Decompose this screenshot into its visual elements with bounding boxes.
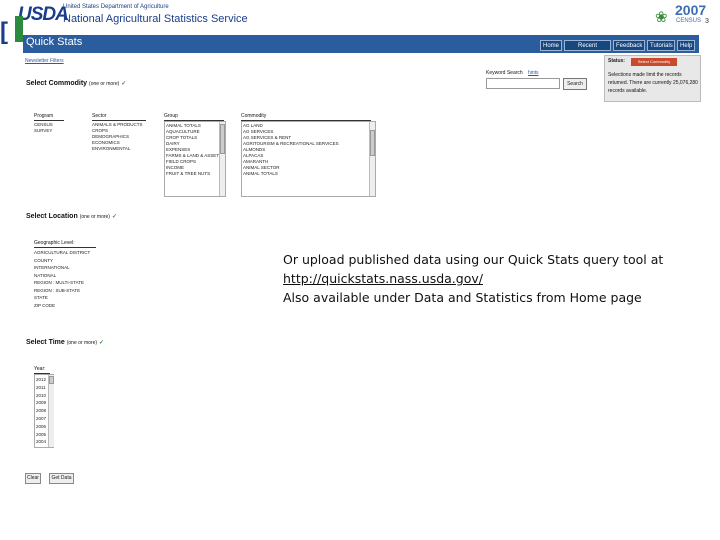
- list-item[interactable]: ENVIRONMENTAL: [92, 146, 148, 152]
- quickstats-link[interactable]: http://quickstats.nass.usda.gov/: [283, 269, 663, 288]
- nav-feedback[interactable]: Feedback: [613, 40, 645, 51]
- help-icon[interactable]: ✓: [112, 214, 117, 220]
- commodity-list[interactable]: AG LAND AG SERVICES AG SERVICES & RENT A…: [243, 123, 369, 177]
- year-listbox[interactable]: 2012 2011 2010 2009 2008 2007 2006 2005 …: [34, 374, 54, 448]
- select-time-hint: (one or more): [66, 340, 98, 346]
- nav-tutorials[interactable]: Tutorials: [647, 40, 675, 51]
- list-item[interactable]: 2012: [36, 376, 48, 384]
- list-item[interactable]: REGION : MULTI-STATE: [34, 279, 100, 287]
- department-name: United States Department of Agriculture: [63, 4, 169, 10]
- list-item[interactable]: ANIMAL TOTALS: [243, 171, 369, 177]
- list-item[interactable]: 2006: [36, 423, 48, 431]
- census-word: CENSUS: [676, 18, 702, 24]
- group-list[interactable]: ANIMAL TOTALS AQUACULTURE CROP TOTALS DA…: [166, 123, 220, 177]
- list-item[interactable]: 2004: [36, 438, 48, 446]
- agency-name: National Agricultural Statistics Service: [63, 13, 248, 25]
- commodity-scrollbar[interactable]: [369, 122, 375, 196]
- year-header: Year:: [34, 366, 50, 374]
- list-item[interactable]: 2005: [36, 431, 48, 439]
- overlay-line-1: Or upload published data using our Quick…: [283, 252, 664, 267]
- list-item[interactable]: REGION : SUB-STATE: [34, 287, 100, 295]
- census-year: 2007: [675, 2, 707, 18]
- list-item[interactable]: INTERNATIONAL: [34, 264, 100, 272]
- status-badge: Select Commodity: [631, 58, 677, 66]
- scroll-thumb[interactable]: [220, 124, 225, 154]
- site-header: USDA United States Department of Agricul…: [15, 0, 707, 35]
- list-item[interactable]: STATE: [34, 294, 100, 302]
- year-list[interactable]: 2012 2011 2010 2009 2008 2007 2006 2005 …: [36, 376, 48, 446]
- select-time-title: Select Time (one or more) ✓: [26, 339, 104, 346]
- clear-button[interactable]: Clear: [25, 473, 41, 484]
- list-item[interactable]: SURVEY: [34, 128, 64, 134]
- commodity-listbox[interactable]: AG LAND AG SERVICES AG SERVICES & RENT A…: [241, 121, 376, 197]
- list-item[interactable]: 2007: [36, 415, 48, 423]
- list-item[interactable]: 2009: [36, 399, 48, 407]
- select-location-hint: (one or more): [79, 214, 110, 220]
- left-edge-bracket: [: [0, 18, 8, 45]
- sector-header: Sector: [92, 113, 146, 121]
- list-item[interactable]: ZIP CODE: [34, 302, 100, 310]
- status-panel: Status: Select Commodity Selections made…: [604, 55, 701, 102]
- geographic-level-list[interactable]: AGRICULTURAL DISTRICT COUNTY INTERNATION…: [34, 249, 100, 309]
- group-listbox[interactable]: ANIMAL TOTALS AQUACULTURE CROP TOTALS DA…: [164, 121, 226, 197]
- search-button[interactable]: Search: [563, 78, 587, 90]
- nav-help[interactable]: Help: [677, 40, 695, 51]
- help-icon[interactable]: ✓: [121, 81, 126, 87]
- select-location-title: Select Location (one or more) ✓: [26, 213, 117, 220]
- sector-list[interactable]: ANIMALS & PRODUCTS CROPS DEMOGRAPHICS EC…: [92, 122, 148, 152]
- geographic-level-header: Geographic Level:: [34, 240, 96, 248]
- select-location-label: Select Location: [26, 213, 78, 220]
- nav-bar: Quick Stats Home Recent Statistics Feedb…: [23, 35, 699, 60]
- keyword-search-label: Keyword Search: [486, 70, 523, 76]
- list-item[interactable]: AGRICULTURAL DISTRICT: [34, 249, 100, 257]
- overlay-caption: Or upload published data using our Quick…: [283, 250, 663, 307]
- scroll-thumb[interactable]: [370, 130, 375, 156]
- newsletter-link[interactable]: Newsletter Filters: [25, 58, 64, 64]
- list-item[interactable]: 2011: [36, 384, 48, 392]
- nav-home[interactable]: Home: [540, 40, 562, 51]
- status-text: Selections made limit the records return…: [608, 72, 698, 94]
- group-scrollbar[interactable]: [219, 122, 225, 196]
- get-data-button[interactable]: Get Data: [49, 473, 74, 484]
- list-item[interactable]: 2008: [36, 407, 48, 415]
- leaf-icon: ❀: [655, 9, 668, 26]
- list-item[interactable]: COUNTY: [34, 257, 100, 265]
- list-item[interactable]: FRUIT & TREE NUTS: [166, 171, 220, 177]
- header-accent-bar: [15, 16, 23, 42]
- keyword-search-input[interactable]: [486, 78, 560, 89]
- overlay-line-3: Also available under Data and Statistics…: [283, 290, 642, 305]
- usda-logo[interactable]: USDA: [18, 4, 69, 30]
- select-commodity-hint: (one or more): [89, 81, 120, 87]
- year-scrollbar[interactable]: [48, 375, 54, 447]
- list-item[interactable]: 2010: [36, 392, 48, 400]
- program-header: Program: [34, 113, 64, 121]
- nav-recent-statistics[interactable]: Recent Statistics: [564, 40, 611, 60]
- right-edge-mark: 3: [705, 18, 709, 25]
- select-time-label: Select Time: [26, 339, 65, 346]
- commodity-header: Commodity: [241, 113, 371, 121]
- group-header: Group: [164, 113, 224, 121]
- program-list[interactable]: CENSUS SURVEY: [34, 122, 64, 134]
- help-icon[interactable]: ✓: [99, 340, 104, 346]
- list-item[interactable]: NATIONAL: [34, 272, 100, 280]
- select-commodity-title: Select Commodity (one or more) ✓: [26, 80, 126, 87]
- scroll-thumb[interactable]: [49, 376, 54, 384]
- app-title: Quick Stats: [26, 36, 83, 48]
- status-label: Status:: [608, 58, 625, 64]
- keyword-hints-link[interactable]: hints: [528, 70, 539, 76]
- select-commodity-label: Select Commodity: [26, 80, 88, 87]
